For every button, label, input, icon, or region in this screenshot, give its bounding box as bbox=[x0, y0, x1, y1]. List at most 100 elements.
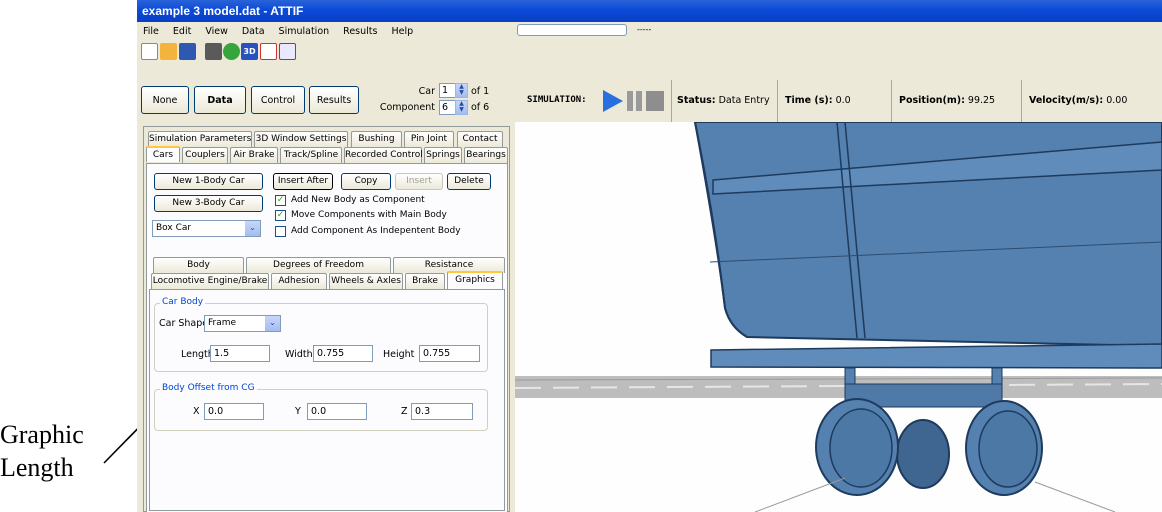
pause-icon-right[interactable] bbox=[636, 91, 642, 111]
window-title: example 3 model.dat - ATTIF bbox=[137, 0, 1162, 22]
tab-3d-window-settings[interactable]: 3D Window Settings bbox=[254, 131, 348, 147]
insert-after-button[interactable]: Insert After bbox=[273, 173, 333, 190]
z-field[interactable]: 0.3 bbox=[411, 403, 473, 420]
car-type-select[interactable]: Box Car ⌄ bbox=[152, 220, 261, 237]
tab-cars[interactable]: Cars bbox=[146, 146, 180, 162]
width-field[interactable]: 0.755 bbox=[313, 345, 373, 362]
height-label: Height bbox=[383, 349, 415, 360]
add-new-body-label: Add New Body as Component bbox=[291, 195, 425, 205]
car-body-group: Car Body Car Shape Frame ⌄ Length 1.5 Wi… bbox=[154, 297, 488, 372]
velocity-label: Velocity(m/s): bbox=[1029, 95, 1104, 106]
left-wheel-hub bbox=[829, 408, 893, 488]
3d-view-icon[interactable]: 3D bbox=[241, 43, 258, 60]
car-type-value: Box Car bbox=[156, 223, 192, 233]
help-icon[interactable] bbox=[223, 43, 240, 60]
chevron-down-icon[interactable]: ⌄ bbox=[265, 316, 280, 331]
menu-file[interactable]: File bbox=[143, 26, 159, 37]
save-icon[interactable] bbox=[179, 43, 196, 60]
new-1-body-car-button[interactable]: New 1-Body Car bbox=[154, 173, 263, 190]
menu-view[interactable]: View bbox=[205, 26, 228, 37]
car-shape-select[interactable]: Frame ⌄ bbox=[204, 315, 281, 332]
subtab-locomotive-engine-brake[interactable]: Locomotive Engine/Brake bbox=[151, 273, 269, 289]
copy-button[interactable]: Copy bbox=[341, 173, 391, 190]
subtab-body[interactable]: Body bbox=[153, 257, 244, 273]
status-field: Status: Data Entry bbox=[677, 95, 770, 106]
application-window: example 3 model.dat - ATTIF File Edit Vi… bbox=[137, 0, 1162, 512]
chevron-down-icon[interactable]: ⌄ bbox=[245, 221, 260, 236]
body-offset-group: Body Offset from CG X 0.0 Y 0.0 Z 0.3 bbox=[154, 383, 488, 431]
velocity-value: 0.00 bbox=[1106, 95, 1128, 106]
subtab-adhesion[interactable]: Adhesion bbox=[271, 273, 327, 289]
subtab-graphics[interactable]: Graphics bbox=[447, 271, 503, 289]
position-value: 99.25 bbox=[967, 95, 996, 106]
plot-icon[interactable] bbox=[260, 43, 277, 60]
car-body-title: Car Body bbox=[160, 297, 206, 307]
tab-couplers[interactable]: Couplers bbox=[182, 147, 228, 163]
add-independent-checkbox[interactable] bbox=[275, 226, 286, 237]
x-field[interactable]: 0.0 bbox=[204, 403, 264, 420]
control-button[interactable]: Control bbox=[251, 86, 305, 114]
length-field[interactable]: 1.5 bbox=[210, 345, 270, 362]
tab-bearings[interactable]: Bearings bbox=[464, 147, 508, 163]
car-of-label: of 1 bbox=[471, 86, 490, 97]
simulation-status-bar: SIMULATION: Status: Data Entry Time (s):… bbox=[515, 80, 1162, 122]
new-3-body-car-button[interactable]: New 3-Body Car bbox=[154, 195, 263, 212]
none-button[interactable]: None bbox=[141, 86, 189, 114]
data-entry-panel: Simulation Parameters 3D Window Settings… bbox=[143, 126, 510, 512]
results-button[interactable]: Results bbox=[309, 86, 359, 114]
y-field[interactable]: 0.0 bbox=[307, 403, 367, 420]
status-label: Status: bbox=[677, 95, 716, 106]
3d-viewport[interactable] bbox=[515, 122, 1162, 512]
separator bbox=[777, 80, 778, 122]
height-field[interactable]: 0.755 bbox=[419, 345, 480, 362]
right-wheel-hub bbox=[978, 410, 1038, 488]
time-label: Time (s): bbox=[785, 95, 833, 106]
car-shape-label: Car Shape bbox=[159, 318, 209, 329]
print-icon[interactable] bbox=[205, 43, 222, 60]
position-label: Position(m): bbox=[899, 95, 965, 106]
stop-icon[interactable] bbox=[646, 91, 664, 111]
tab-simulation-parameters[interactable]: Simulation Parameters bbox=[148, 131, 252, 147]
tab-recorded-control[interactable]: Recorded Control bbox=[344, 147, 423, 163]
tab-contact[interactable]: Contact bbox=[457, 131, 503, 147]
length-label: Length bbox=[181, 349, 214, 360]
subtab-degrees-of-freedom[interactable]: Degrees of Freedom bbox=[246, 257, 391, 273]
tab-springs[interactable]: Springs bbox=[424, 147, 462, 163]
time-value: 0.0 bbox=[835, 95, 851, 106]
z-label: Z bbox=[401, 406, 408, 417]
play-icon[interactable] bbox=[603, 90, 623, 112]
car-spinner[interactable]: ▲ ▼ bbox=[455, 83, 468, 98]
menu-simulation[interactable]: Simulation bbox=[279, 26, 330, 37]
car-label: Car bbox=[418, 86, 435, 97]
subtab-brake[interactable]: Brake bbox=[405, 273, 445, 289]
add-new-body-checkbox[interactable]: ✓ bbox=[275, 195, 286, 206]
subtab-wheels-axles[interactable]: Wheels & Axles bbox=[329, 273, 403, 289]
menu-edit[interactable]: Edit bbox=[173, 26, 191, 37]
component-spinner[interactable]: ▲ ▼ bbox=[455, 100, 468, 115]
new-file-icon[interactable] bbox=[141, 43, 158, 60]
cars-tab-page: New 1-Body Car New 3-Body Car Box Car ⌄ … bbox=[146, 163, 508, 512]
tab-pin-joint[interactable]: Pin Joint bbox=[404, 131, 454, 147]
add-independent-label: Add Component As Indepentent Body bbox=[291, 226, 461, 236]
pause-icon-left[interactable] bbox=[627, 91, 633, 111]
insert-button[interactable]: Insert bbox=[395, 173, 443, 190]
position-field: Position(m): 99.25 bbox=[899, 95, 995, 106]
data-button[interactable]: Data bbox=[194, 86, 246, 114]
delete-button[interactable]: Delete bbox=[447, 173, 491, 190]
car-shape-value: Frame bbox=[208, 318, 237, 328]
menu-data[interactable]: Data bbox=[242, 26, 265, 37]
width-label: Width bbox=[285, 349, 313, 360]
menu-results[interactable]: Results bbox=[343, 26, 377, 37]
menu-help[interactable]: Help bbox=[391, 26, 413, 37]
y-label: Y bbox=[295, 406, 301, 417]
open-file-icon[interactable] bbox=[160, 43, 177, 60]
3d-plot-icon[interactable] bbox=[279, 43, 296, 60]
move-components-checkbox[interactable]: ✓ bbox=[275, 210, 286, 221]
tab-bushing[interactable]: Bushing bbox=[351, 131, 402, 147]
progress-text: ----- bbox=[637, 25, 652, 34]
tab-track-spline[interactable]: Track/Spline bbox=[280, 147, 342, 163]
progress-bar bbox=[517, 24, 627, 36]
simulation-controls bbox=[603, 90, 664, 112]
x-label: X bbox=[193, 406, 200, 417]
tab-air-brake[interactable]: Air Brake bbox=[230, 147, 278, 163]
